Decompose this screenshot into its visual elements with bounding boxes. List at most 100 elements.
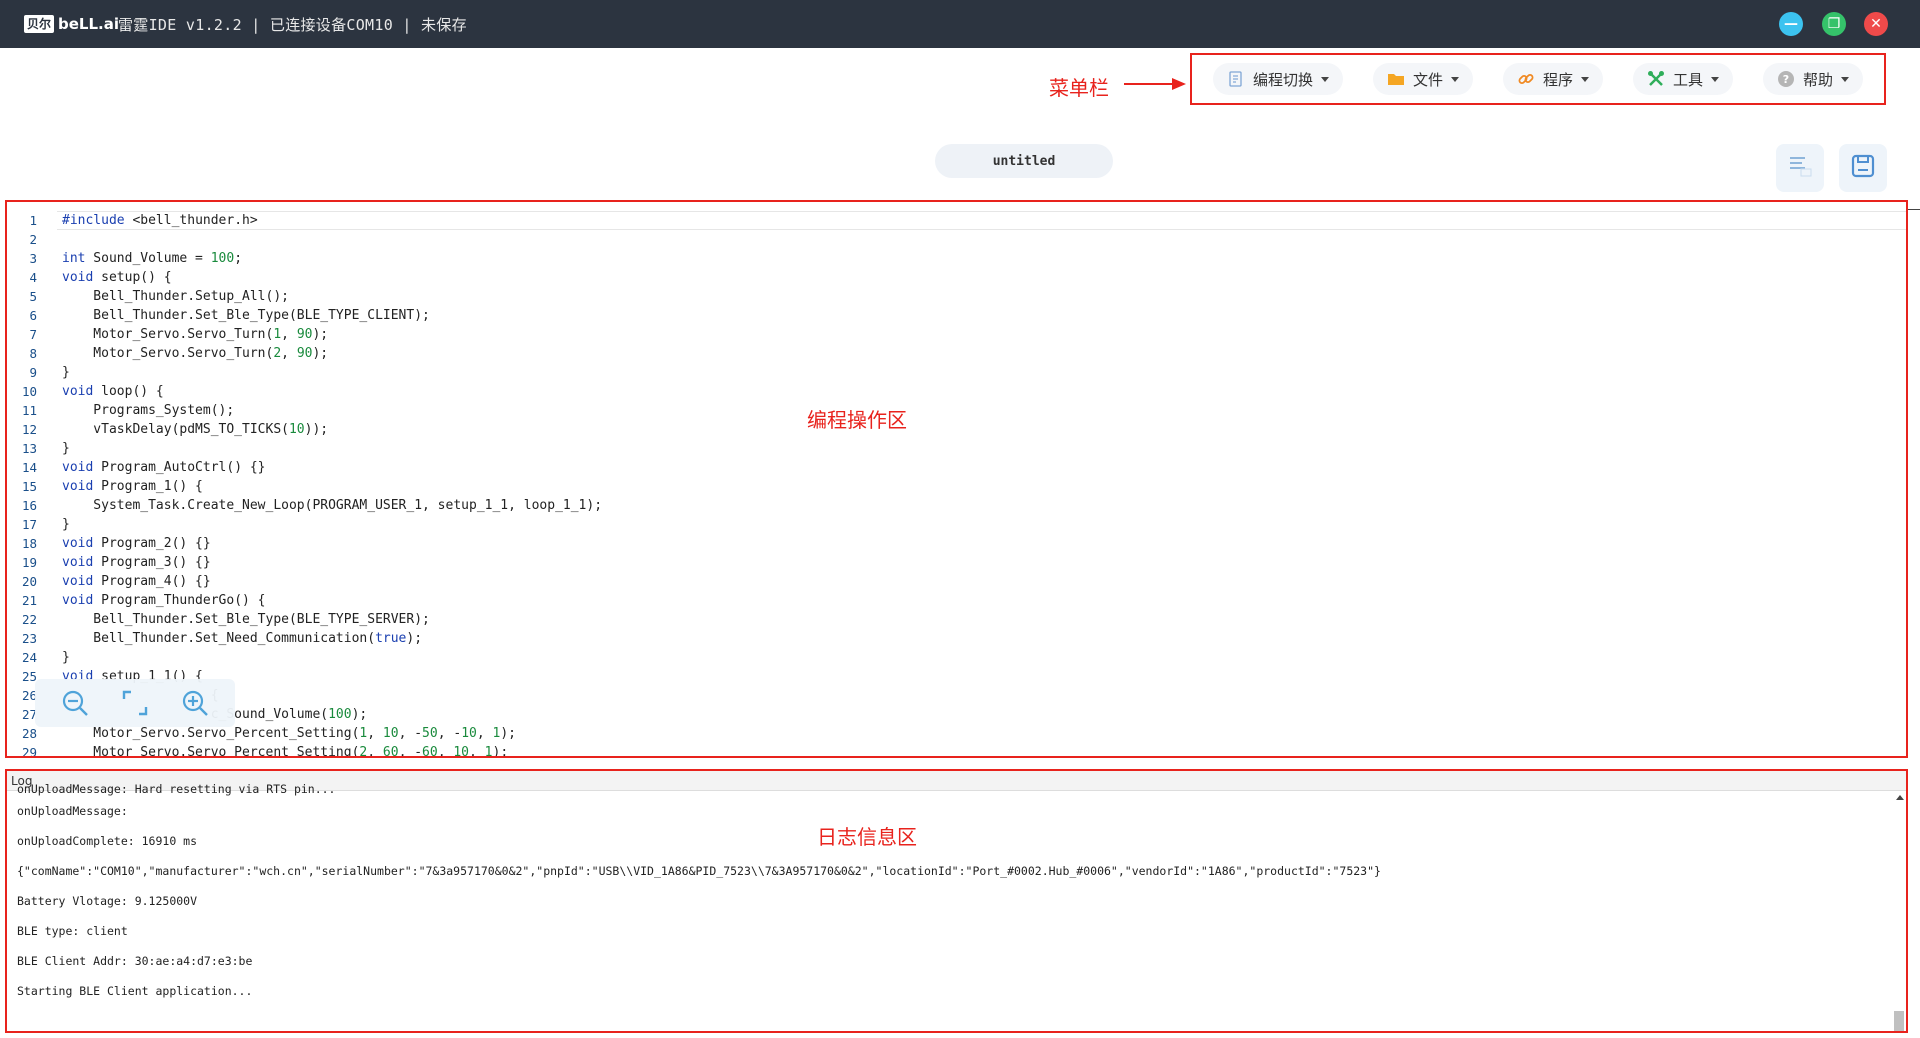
code-token: void <box>62 536 94 551</box>
code-line[interactable]: 25 void setup_1_1() { <box>7 667 1906 686</box>
logo-word: beLL.ai <box>58 15 120 33</box>
code-token: vTaskDelay(pdMS_TO_TICKS( <box>62 422 289 437</box>
code-line[interactable]: 27 c_Sound_Volume(100); <box>7 705 1906 724</box>
code-line[interactable]: 23 Bell_Thunder.Set_Need_Communication(t… <box>7 629 1906 648</box>
line-number: 6 <box>29 308 37 323</box>
code-line[interactable]: 5 Bell_Thunder.Setup_All(); <box>7 287 1906 306</box>
app-logo: 贝尔 beLL.ai <box>24 14 119 34</box>
chevron-down-icon <box>1841 76 1849 82</box>
zoom-out-icon[interactable] <box>60 688 90 718</box>
line-number: 28 <box>21 726 37 741</box>
code-line[interactable]: 7 Motor_Servo.Servo_Turn(1, 90); <box>7 325 1906 344</box>
code-line[interactable]: 16 System_Task.Create_New_Loop(PROGRAM_U… <box>7 496 1906 515</box>
code-editor[interactable]: 1 #include <bell_thunder.h> 2 3 int Sound_Vo… <box>5 200 1908 758</box>
log-lines: onUploadMessage: Hard resetting via RTS … <box>17 784 1886 1006</box>
code-line[interactable]: 14 void Program_AutoCtrl() {} <box>7 458 1906 477</box>
code-token: void <box>62 479 94 494</box>
zoom-in-icon[interactable] <box>180 688 210 718</box>
editor-annotation: 编程操作区 <box>807 408 907 432</box>
code-line[interactable]: 21 void Program_ThunderGo() { <box>7 591 1906 610</box>
code-token: 2 <box>359 745 368 758</box>
code-token: ); <box>492 745 509 758</box>
code-token: , <box>367 726 383 741</box>
code-line[interactable]: 3 int Sound_Volume = 100; <box>7 249 1906 268</box>
svg-text:?: ? <box>1783 73 1789 86</box>
code-line[interactable]: 13} <box>7 439 1906 458</box>
log-panel[interactable]: Log onUploadMessage: Hard resetting via … <box>5 769 1908 1033</box>
code-line[interactable]: 11 Programs_System(); <box>7 401 1906 420</box>
line-number: 9 <box>29 365 37 380</box>
code-line[interactable]: 2 <box>7 230 1906 249</box>
code-line[interactable]: 24} <box>7 648 1906 667</box>
code-token: , <box>367 745 383 758</box>
code-token: void <box>62 460 94 475</box>
code-token: void <box>62 270 94 285</box>
code-token: 90 <box>296 346 313 361</box>
code-token: , <box>469 745 485 758</box>
code-line[interactable]: 1 #include <bell_thunder.h> <box>7 211 1906 230</box>
code-line[interactable]: 26 { <box>7 686 1906 705</box>
code-line[interactable]: 28 Motor_Servo.Servo_Percent_Setting(1, … <box>7 724 1906 743</box>
menu-help[interactable]: ? 帮助 <box>1762 63 1863 95</box>
log-scrollbar-thumb[interactable] <box>1894 1011 1904 1031</box>
code-token: Program_4() {} <box>93 574 211 589</box>
code-token: Bell_Thunder.Setup_All(); <box>62 289 289 304</box>
code-line[interactable]: 8 Motor_Servo.Servo_Turn(2, 90); <box>7 344 1906 363</box>
code-lines[interactable]: 1 #include <bell_thunder.h> 2 3 int Sound_Vo… <box>7 211 1906 758</box>
menu-label: 文件 <box>1412 70 1443 89</box>
menu-file[interactable]: 文件 <box>1372 63 1473 95</box>
log-annotation: 日志信息区 <box>817 825 917 849</box>
code-line[interactable]: 10 void loop() { <box>7 382 1906 401</box>
code-token: ); <box>406 631 423 646</box>
code-token: Motor_Servo.Servo_Turn( <box>62 327 274 342</box>
link-icon <box>1517 70 1535 88</box>
scroll-up-arrow[interactable] <box>1896 795 1904 800</box>
minimize-button[interactable]: — <box>1779 12 1803 36</box>
line-number: 1 <box>29 213 37 228</box>
line-number: 20 <box>21 574 37 589</box>
help-icon: ? <box>1777 70 1795 88</box>
menu-program[interactable]: 程序 <box>1502 63 1603 95</box>
log-line: BLE type: client <box>17 924 128 938</box>
log-line: Battery Vlotage: 9.125000V <box>17 894 198 908</box>
code-token: int <box>62 251 86 266</box>
code-line[interactable]: 22 Bell_Thunder.Set_Ble_Type(BLE_TYPE_SE… <box>7 610 1906 629</box>
code-token: 100 <box>210 251 235 266</box>
code-format-button[interactable] <box>1776 144 1824 192</box>
code-line[interactable]: 20 void Program_4() {} <box>7 572 1906 591</box>
maximize-button[interactable]: ❐ <box>1822 12 1846 36</box>
code-line[interactable]: 17} <box>7 515 1906 534</box>
file-tab[interactable]: untitled <box>935 144 1113 178</box>
line-number: 24 <box>21 650 37 665</box>
line-number: 29 <box>21 745 37 758</box>
chevron-down-icon <box>1711 76 1719 82</box>
code-line[interactable]: 18 void Program_2() {} <box>7 534 1906 553</box>
code-line[interactable]: 6 Bell_Thunder.Set_Ble_Type(BLE_TYPE_CLI… <box>7 306 1906 325</box>
zoom-reset-icon[interactable] <box>120 688 150 718</box>
code-line[interactable]: 12 vTaskDelay(pdMS_TO_TICKS(10)); <box>7 420 1906 439</box>
close-button[interactable]: ✕ <box>1864 12 1888 36</box>
code-line[interactable]: 15 void Program_1() { <box>7 477 1906 496</box>
log-line: onUploadComplete: 16910 ms <box>17 834 198 848</box>
chevron-down-icon <box>1581 76 1589 82</box>
code-line[interactable]: 29 Motor_Servo.Servo_Percent_Setting(2 , … <box>7 743 1906 758</box>
menu-annotation: 菜单栏 <box>1049 76 1109 100</box>
code-line[interactable]: 19 void Program_3() {} <box>7 553 1906 572</box>
log-line: BLE Client Addr: 30:ae:a4:d7:e3:be <box>17 954 253 968</box>
code-token: ); <box>500 726 516 741</box>
code-line[interactable]: 9} <box>7 363 1906 382</box>
line-number: 11 <box>21 403 37 418</box>
save-button[interactable] <box>1839 144 1887 192</box>
code-line[interactable]: 4 void setup() { <box>7 268 1906 287</box>
menu-tools[interactable]: 工具 <box>1632 63 1733 95</box>
menu-code-switch[interactable]: 编程切换 <box>1212 63 1343 95</box>
line-number: 3 <box>29 251 37 266</box>
tools-icon <box>1647 70 1665 88</box>
code-token: true <box>375 631 407 646</box>
code-token: 60 <box>382 745 399 758</box>
code-token: 60 <box>422 745 438 758</box>
code-token: Program_2() {} <box>93 536 211 551</box>
line-number: 5 <box>29 289 37 304</box>
code-token: void <box>62 574 94 589</box>
line-number: 4 <box>29 270 37 285</box>
